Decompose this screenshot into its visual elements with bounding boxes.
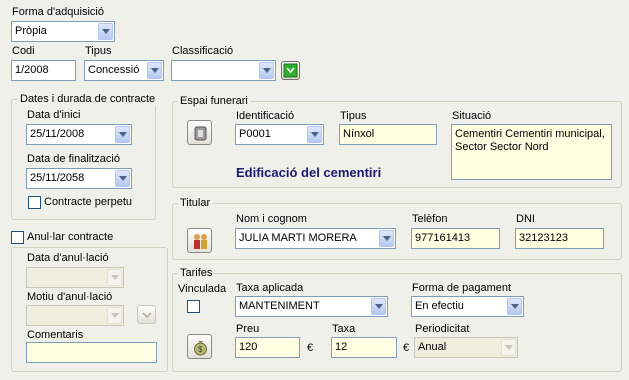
espai-button[interactable] (187, 120, 212, 145)
forma-adquisicio-value: Pròpia (15, 25, 47, 37)
chevron-down-icon[interactable] (107, 269, 122, 286)
motiu-anullacio-select[interactable] (26, 305, 124, 326)
comentaris-label: Comentaris (27, 329, 84, 341)
data-final-label: Data de finalització (27, 153, 120, 165)
telefon-input[interactable]: 977161413 (411, 228, 500, 249)
identificacio-value: P0001 (239, 128, 271, 140)
vinculada-label: Vinculada (178, 283, 227, 295)
chevron-down-icon[interactable] (147, 62, 162, 79)
forma-pagament-value: En efectiu (415, 300, 464, 312)
taxa-aplicada-select[interactable]: MANTENIMENT (235, 296, 388, 317)
data-final-select[interactable]: 25/11/2058 (26, 168, 132, 189)
data-inici-label: Data d'inici (27, 109, 81, 121)
motiu-anullacio-label: Motiu d'anul·lació (27, 291, 113, 303)
tarifes-button[interactable]: $ (187, 334, 212, 359)
taxa-currency: € (403, 342, 410, 354)
codi-input[interactable]: 1/2008 (11, 60, 76, 81)
chevron-down-icon[interactable] (507, 298, 522, 315)
classificacio-select[interactable] (171, 60, 276, 81)
espai-tipus-input[interactable]: Nínxol (339, 124, 437, 145)
perpetu-checkbox[interactable] (28, 196, 41, 209)
people-icon (194, 234, 207, 249)
chevron-down-icon[interactable] (379, 230, 394, 247)
motiu-button[interactable] (137, 305, 156, 324)
chevron-down-icon[interactable] (501, 339, 516, 356)
tarifes-group-title: Tarifes (178, 267, 215, 280)
titular-button[interactable] (187, 228, 212, 253)
tipus-value: Concessió (88, 64, 140, 76)
tipus-label: Tipus (85, 45, 112, 57)
preu-input[interactable]: 120 (235, 337, 300, 358)
niche-icon (194, 126, 207, 141)
forma-pagament-label: Forma de pagament (412, 282, 512, 294)
data-inici-select[interactable]: 25/11/2008 (26, 124, 132, 145)
identificacio-select[interactable]: P0001 (235, 124, 324, 145)
preu-label: Preu (236, 323, 260, 335)
dni-input[interactable]: 32123123 (515, 228, 604, 249)
forma-adquisicio-label: Forma d'adquisició (12, 6, 104, 18)
tipus-select[interactable]: Concessió (84, 60, 164, 81)
chevron-down-icon[interactable] (107, 307, 122, 324)
chevron-down-icon[interactable] (259, 62, 274, 79)
perpetu-label: Contracte perpetu (44, 196, 133, 208)
chevron-down-icon[interactable] (115, 170, 130, 187)
espai-tipus-label: Tipus (340, 110, 367, 122)
svg-text:$: $ (198, 345, 203, 354)
vinculada-checkbox[interactable] (187, 300, 200, 313)
data-anullacio-label: Data d'anul·lació (27, 252, 109, 264)
data-anullacio-select[interactable] (26, 267, 124, 288)
taxa-aplicada-value: MANTENIMENT (239, 300, 320, 312)
green-checkbox-icon (283, 63, 298, 78)
chevron-down-icon[interactable] (98, 23, 113, 40)
dropdown-icon (142, 312, 152, 318)
situacio-input[interactable]: Cementiri Cementiri municipal, Sector Se… (451, 124, 612, 180)
telefon-label: Telèfon (412, 213, 448, 225)
edificacio-title: Edificació del cementiri (236, 165, 382, 180)
identificacio-label: Identificació (236, 110, 295, 122)
classificacio-label: Classificació (172, 45, 234, 57)
nom-label: Nom i cognom (236, 213, 307, 225)
codi-label: Codi (12, 45, 35, 57)
periodicitat-value: Anual (418, 341, 447, 353)
situacio-label: Situació (452, 110, 492, 122)
taxa-aplicada-label: Taxa aplicada (236, 282, 304, 294)
titular-group-title: Titular (178, 197, 213, 210)
taxa-input[interactable]: 12 (331, 337, 397, 358)
preu-currency: € (307, 342, 314, 354)
nom-select[interactable]: JULIA MARTI MORERA (235, 228, 396, 249)
dni-label: DNI (516, 213, 535, 225)
taxa-label: Taxa (332, 323, 356, 335)
nom-value: JULIA MARTI MORERA (239, 232, 357, 244)
periodicitat-select[interactable]: Anual (414, 337, 518, 358)
data-inici-value: 25/11/2008 (30, 128, 85, 140)
data-final-value: 25/11/2058 (30, 172, 85, 184)
forma-adquisicio-select[interactable]: Pròpia (11, 21, 115, 42)
dates-group-title: Dates i durada de contracte (18, 93, 158, 106)
forma-pagament-select[interactable]: En efectiu (411, 296, 524, 317)
chevron-down-icon[interactable] (307, 126, 322, 143)
espai-group-title: Espai funerari (178, 95, 250, 108)
comentaris-input[interactable] (26, 342, 157, 363)
anullar-checkbox[interactable] (11, 231, 24, 244)
periodicitat-label: Periodicitat (415, 323, 470, 335)
classificacio-button[interactable] (281, 61, 300, 80)
money-bag-icon: $ (194, 341, 207, 356)
anullar-label: Anul·lar contracte (27, 231, 114, 243)
chevron-down-icon[interactable] (371, 298, 386, 315)
chevron-down-icon[interactable] (115, 126, 130, 143)
